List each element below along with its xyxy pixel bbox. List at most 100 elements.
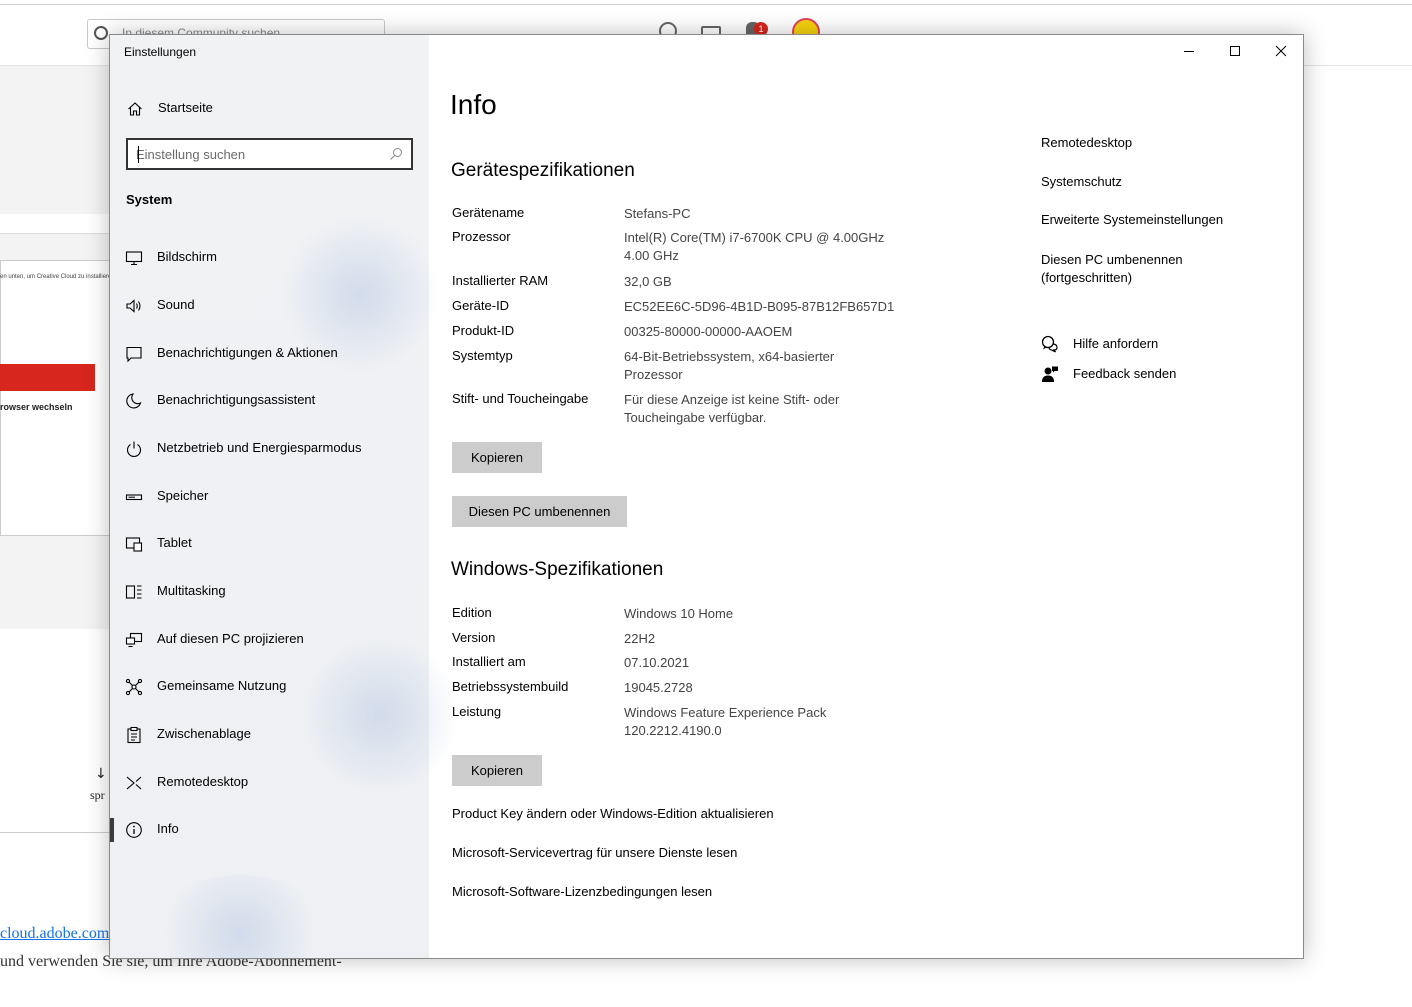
sidebar-item-label: Benachrichtigungsassistent bbox=[157, 392, 316, 407]
remote-desktop-icon bbox=[126, 776, 142, 790]
spec-key: Stift- und Toucheingabe bbox=[452, 391, 589, 406]
sidebar-item-remotedesktop[interactable]: Remotedesktop bbox=[110, 763, 429, 803]
article-screenshot bbox=[0, 260, 110, 536]
browser-top-border bbox=[0, 4, 1412, 5]
article-link[interactable]: cloud.adobe.com bbox=[0, 925, 109, 943]
spec-key: Version bbox=[452, 630, 496, 645]
project-icon bbox=[125, 632, 143, 648]
windows-specs-heading: Windows-Spezifikationen bbox=[451, 559, 664, 580]
maximize-button[interactable] bbox=[1212, 35, 1258, 67]
sidebar-item-benachrichtigungsassistent[interactable]: Benachrichtigungsassistent bbox=[110, 381, 429, 421]
search-icon bbox=[94, 26, 108, 40]
sidebar-item-label: Netzbetrieb und Energiesparmodus bbox=[157, 440, 362, 455]
article-screenshot-heading: rowser wechseln bbox=[0, 402, 73, 412]
settings-search-input[interactable] bbox=[136, 145, 376, 163]
spec-value: Stefans-PC bbox=[624, 206, 691, 221]
spec-key: Installiert am bbox=[452, 654, 526, 669]
monitor-icon bbox=[125, 251, 143, 266]
speaker-icon bbox=[126, 299, 141, 313]
sidebar-item-bildschirm[interactable]: Bildschirm bbox=[110, 238, 429, 278]
nav-home-label: Startseite bbox=[158, 100, 213, 115]
sidebar-item-label: Multitasking bbox=[157, 583, 226, 598]
license-terms-link[interactable]: Microsoft-Software-Lizenzbedingungen les… bbox=[452, 884, 712, 899]
related-systemschutz-link[interactable]: Systemschutz bbox=[1041, 173, 1122, 191]
feedback-icon bbox=[1042, 366, 1058, 382]
help-chat-icon bbox=[1041, 335, 1058, 353]
spec-key: Systemtyp bbox=[452, 348, 513, 363]
page-title: Info bbox=[450, 89, 497, 120]
sidebar-item-label: Gemeinsame Nutzung bbox=[157, 678, 287, 693]
sidebar-item-tablet[interactable]: Tablet bbox=[110, 524, 429, 564]
spec-value: 64-Bit-Betriebssystem, x64-basierter Pro… bbox=[624, 349, 835, 382]
close-button[interactable] bbox=[1258, 35, 1303, 67]
spec-value: 00325-80000-00000-AAOEM bbox=[624, 324, 793, 339]
home-icon bbox=[128, 102, 142, 116]
sidebar-item-zwischenablage[interactable]: Zwischenablage bbox=[110, 715, 429, 755]
spec-key: Produkt-ID bbox=[452, 323, 515, 338]
article-screenshot-caption: en unten, um Creative Cloud zu installie… bbox=[0, 274, 115, 280]
spec-value: 22H2 bbox=[624, 631, 656, 646]
download-label: spr bbox=[90, 788, 105, 802]
sidebar-item-label: Benachrichtigungen & Aktionen bbox=[157, 345, 338, 360]
info-icon bbox=[126, 822, 142, 838]
sidebar-item-sound[interactable]: Sound bbox=[110, 286, 429, 326]
sidebar-item-info[interactable]: Info bbox=[110, 810, 429, 850]
text-caret bbox=[138, 146, 139, 163]
spec-value: 07.10.2021 bbox=[624, 655, 690, 670]
spec-value: Windows 10 Home bbox=[624, 606, 734, 621]
get-help-label: Hilfe anfordern bbox=[1073, 336, 1159, 351]
spec-key: Prozessor bbox=[452, 229, 511, 244]
article-screenshot-strip bbox=[0, 214, 110, 234]
device-specs-heading: Gerätespezifikationen bbox=[451, 160, 635, 181]
article-screenshot-warning-bar bbox=[0, 364, 95, 391]
nav-section-label: System bbox=[126, 192, 173, 207]
storage-icon bbox=[125, 494, 143, 501]
spec-value: Für diese Anzeige ist keine Stift- oder … bbox=[624, 392, 840, 425]
close-icon bbox=[1275, 45, 1287, 57]
spec-value: EC52EE6C-5D96-4B1D-B095-87B12FB657D1 bbox=[624, 299, 895, 314]
download-arrow-icon: ↓ bbox=[95, 766, 107, 782]
send-feedback-label: Feedback senden bbox=[1073, 366, 1177, 381]
multitasking-icon bbox=[125, 585, 142, 599]
search-icon[interactable] bbox=[389, 147, 403, 161]
notification-icon bbox=[126, 346, 142, 363]
spec-key: Edition bbox=[452, 605, 492, 620]
window-title: Einstellungen bbox=[124, 45, 197, 59]
sidebar-item-label: Info bbox=[157, 821, 179, 836]
minimize-button[interactable] bbox=[1166, 35, 1212, 67]
sidebar-item-label: Auf diesen PC projizieren bbox=[157, 631, 304, 646]
service-agreement-link[interactable]: Microsoft-Servicevertrag für unsere Dien… bbox=[452, 845, 737, 860]
moon-icon bbox=[126, 393, 142, 409]
sidebar-item-multitasking[interactable]: Multitasking bbox=[110, 572, 429, 612]
sidebar-item-projizieren[interactable]: Auf diesen PC projizieren bbox=[110, 620, 429, 660]
sidebar-item-label: Sound bbox=[157, 297, 195, 312]
sidebar-item-label: Bildschirm bbox=[157, 249, 217, 264]
maximize-icon bbox=[1230, 46, 1240, 56]
sidebar-item-gemeinsame-nutzung[interactable]: Gemeinsame Nutzung bbox=[110, 667, 429, 707]
settings-sidebar: Einstellungen Startseite System Bildschi… bbox=[110, 35, 460, 958]
product-key-link[interactable]: Product Key ändern oder Windows-Edition … bbox=[452, 806, 774, 821]
tablet-icon bbox=[125, 537, 143, 552]
share-icon bbox=[125, 678, 143, 696]
related-advanced-settings-link[interactable]: Erweiterte Systemeinstellungen bbox=[1041, 211, 1223, 229]
acrylic-blur bbox=[150, 875, 330, 958]
nav-home[interactable]: Startseite bbox=[110, 91, 429, 127]
article-divider bbox=[0, 832, 110, 833]
copy-device-specs-button[interactable]: Kopieren bbox=[452, 442, 542, 473]
minimize-icon bbox=[1184, 51, 1194, 52]
sidebar-item-speicher[interactable]: Speicher bbox=[110, 477, 429, 517]
clipboard-icon bbox=[127, 726, 141, 744]
copy-windows-specs-button[interactable]: Kopieren bbox=[452, 755, 542, 786]
spec-key: Gerätename bbox=[452, 205, 525, 220]
related-rename-pc-link[interactable]: Diesen PC umbenennen (fortgeschritten) bbox=[1041, 251, 1211, 287]
sidebar-item-label: Remotedesktop bbox=[157, 774, 249, 789]
power-icon bbox=[126, 441, 142, 458]
sidebar-item-netzbetrieb[interactable]: Netzbetrieb und Energiesparmodus bbox=[110, 429, 429, 469]
spec-value: Windows Feature Experience Pack 120.2212… bbox=[624, 705, 827, 738]
related-remotedesktop-link[interactable]: Remotedesktop bbox=[1041, 134, 1132, 152]
sidebar-item-label: Speicher bbox=[157, 488, 209, 503]
settings-search-box[interactable] bbox=[126, 138, 413, 170]
sidebar-item-benachrichtigungen[interactable]: Benachrichtigungen & Aktionen bbox=[110, 334, 429, 374]
rename-pc-button[interactable]: Diesen PC umbenennen bbox=[452, 496, 627, 527]
spec-key: Leistung bbox=[452, 704, 502, 719]
